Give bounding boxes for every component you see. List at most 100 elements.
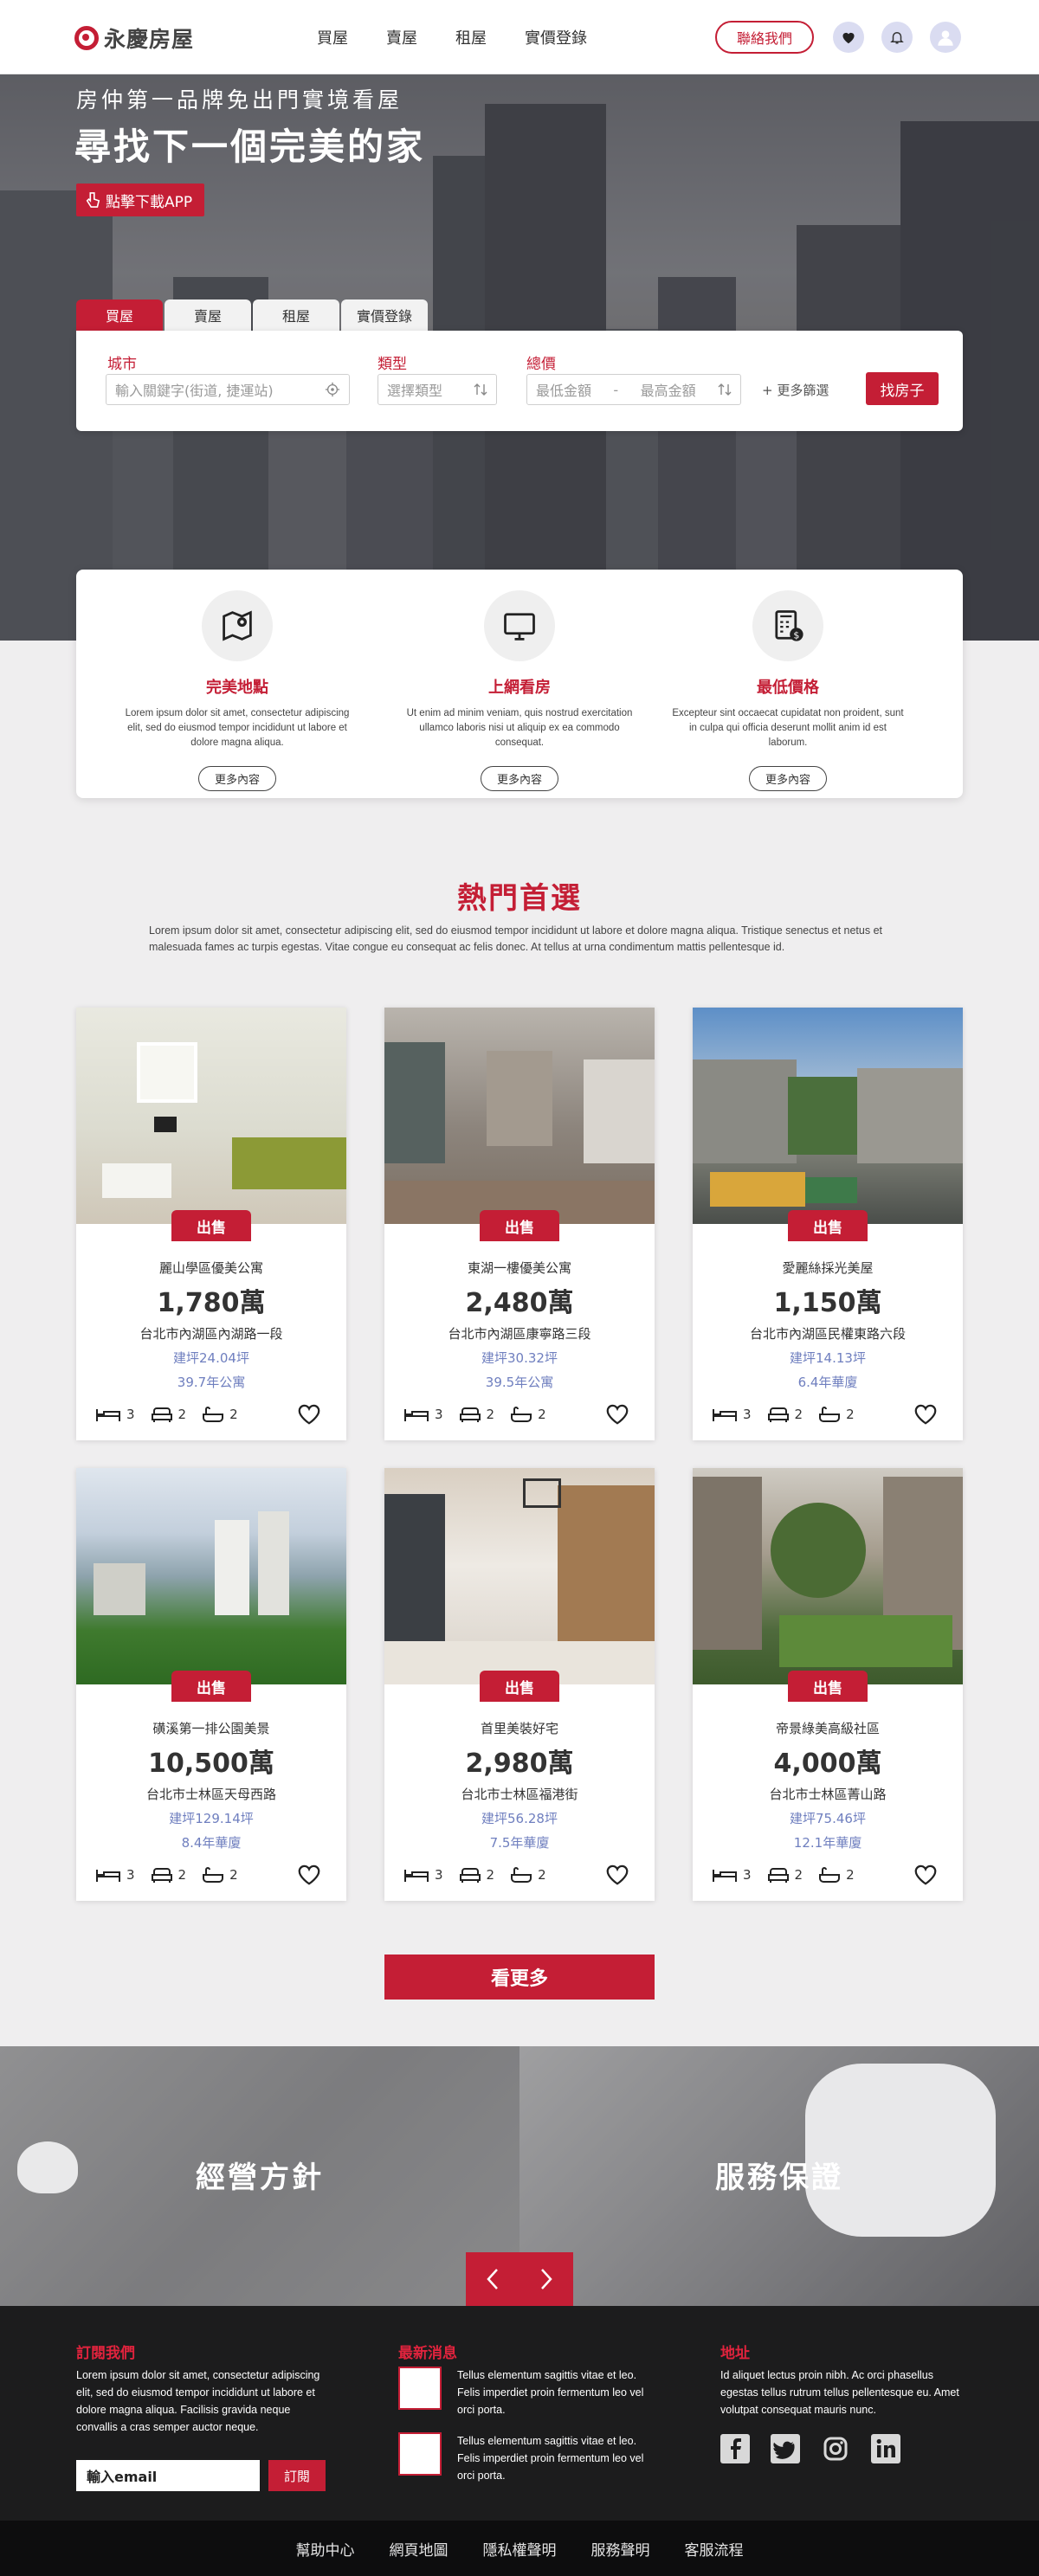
price-range-input[interactable]: 最低金額 - 最高金額: [526, 374, 741, 405]
linkedin-icon[interactable]: [871, 2434, 900, 2463]
listing-card[interactable]: 出售 麗山學區優美公寓 1,780萬 台北市內湖區內湖路一段 建坪24.04坪 …: [76, 1008, 346, 1440]
business-policy-banner[interactable]: 經營方針: [0, 2046, 520, 2306]
favorite-heart-icon[interactable]: [604, 1862, 630, 1886]
main-nav: 買屋 賣屋 租屋 實價登錄: [317, 26, 625, 48]
carousel-prev-button[interactable]: [466, 2252, 520, 2306]
listing-area: 建坪129.14坪: [169, 1811, 254, 1826]
favorite-heart-icon[interactable]: [296, 1862, 322, 1886]
chevron-right-icon: [541, 2269, 552, 2289]
nav-item-sell[interactable]: 賣屋: [386, 26, 417, 48]
listing-area: 建坪75.46坪: [790, 1811, 866, 1826]
sort-arrows-icon: [474, 383, 487, 396]
link-privacy[interactable]: 隱私權聲明: [483, 2538, 557, 2560]
link-sitemap[interactable]: 網頁地圖: [390, 2538, 449, 2560]
listing-card[interactable]: 出售 東湖一樓優美公寓 2,480萬 台北市內湖區康寧路三段 建坪30.32坪 …: [384, 1008, 655, 1440]
listing-features: 3 2 2: [403, 1406, 546, 1423]
banner-title: 服務保證: [715, 2161, 843, 2195]
listing-features: 3 2 2: [95, 1866, 238, 1884]
bed-icon: [713, 1409, 737, 1421]
link-terms[interactable]: 服務聲明: [591, 2538, 650, 2560]
carousel-next-button[interactable]: [520, 2252, 573, 2306]
favorites-button[interactable]: [833, 22, 864, 53]
nav-item-buy[interactable]: 買屋: [317, 26, 348, 48]
more-filters-link[interactable]: + 更多篩選: [762, 381, 829, 399]
bed-icon: [404, 1409, 429, 1421]
favorite-heart-icon[interactable]: [913, 1401, 939, 1426]
nav-item-price-registry[interactable]: 實價登錄: [525, 26, 587, 48]
banner-title: 經營方針: [196, 2161, 324, 2195]
facebook-icon[interactable]: [720, 2434, 750, 2463]
listing-name: 首里美裝好宅: [480, 1721, 558, 1736]
tab-buy[interactable]: 買屋: [76, 299, 163, 331]
news-item[interactable]: Tellus elementum sagittis vitae et leo. …: [457, 2367, 648, 2418]
search-tabs: 買屋 賣屋 租屋 實價登錄: [76, 299, 429, 331]
favorite-heart-icon[interactable]: [296, 1401, 322, 1426]
listing-card[interactable]: 出售 磺溪第一排公園美景 10,500萬 台北市士林區天母西路 建坪129.14…: [76, 1468, 346, 1901]
service-guarantee-banner[interactable]: 服務保證: [520, 2046, 1039, 2306]
feature-more-button[interactable]: 更多內容: [748, 766, 827, 791]
favorite-heart-icon[interactable]: [604, 1401, 630, 1426]
city-search-input[interactable]: 輸入關鍵字(街道, 捷運站): [106, 374, 350, 405]
subscribe-title: 訂閱我們: [76, 2345, 135, 2362]
listing-name: 磺溪第一排公園美景: [152, 1721, 270, 1736]
download-app-button[interactable]: 點擊下載APP: [76, 184, 205, 216]
logo[interactable]: 永慶房屋: [74, 23, 194, 54]
monitor-icon: [504, 613, 535, 641]
avatar[interactable]: [930, 22, 961, 53]
feature-more-button[interactable]: 更多內容: [197, 766, 276, 791]
bed-icon: [96, 1870, 120, 1882]
feature-more-button[interactable]: 更多內容: [480, 766, 558, 791]
listing-name: 東湖一樓優美公寓: [467, 1260, 571, 1276]
sale-badge: 出售: [788, 1671, 868, 1702]
listing-photo: [693, 1468, 963, 1684]
tab-rent[interactable]: 租屋: [253, 299, 339, 331]
sofa-icon: [767, 1868, 789, 1883]
news-item[interactable]: Tellus elementum sagittis vitae et leo. …: [457, 2432, 648, 2484]
listing-age: 8.4年華廈: [181, 1835, 242, 1851]
feature-online-viewing: 上網看房 Ut enim ad minim veniam, quis nostr…: [390, 590, 649, 791]
bell-icon: [890, 32, 904, 44]
popular-section-desc: Lorem ipsum dolor sit amet, consectetur …: [149, 924, 882, 953]
bathtub-icon: [819, 1867, 841, 1883]
bathtub-icon: [511, 1867, 532, 1883]
listing-price: 1,150萬: [773, 1288, 882, 1318]
link-service-process[interactable]: 客服流程: [685, 2538, 744, 2560]
listing-area: 建坪24.04坪: [173, 1350, 249, 1366]
twitter-icon[interactable]: [771, 2434, 800, 2463]
address-text: Id aliquet lectus proin nibh. Ac orci ph…: [720, 2369, 959, 2416]
listing-name: 愛麗絲採光美屋: [782, 1260, 874, 1276]
favorite-heart-icon[interactable]: [913, 1862, 939, 1886]
listing-card[interactable]: 出售 愛麗絲採光美屋 1,150萬 台北市內湖區民權東路六段 建坪14.13坪 …: [693, 1008, 963, 1440]
sort-arrows-icon: [718, 383, 732, 396]
contact-us-button[interactable]: 聯絡我們: [715, 21, 814, 54]
listing-address: 台北市內湖區康寧路三段: [448, 1326, 591, 1342]
news-thumbnail[interactable]: [398, 2432, 442, 2476]
tab-sell[interactable]: 賣屋: [165, 299, 251, 331]
see-more-button[interactable]: 看更多: [384, 1955, 655, 2000]
listing-price: 2,980萬: [465, 1748, 574, 1779]
listing-photo: [693, 1008, 963, 1224]
subscribe-button[interactable]: 訂閱: [268, 2460, 326, 2491]
chevron-left-icon: [487, 2269, 498, 2289]
listing-price: 1,780萬: [157, 1288, 266, 1318]
listing-card[interactable]: 出售 首里美裝好宅 2,980萬 台北市士林區福港街 建坪56.28坪 7.5年…: [384, 1468, 655, 1901]
tab-price-registry[interactable]: 實價登錄: [341, 299, 428, 331]
instagram-icon[interactable]: [821, 2434, 850, 2463]
sofa-icon: [767, 1407, 789, 1422]
sale-badge: 出售: [171, 1671, 251, 1702]
link-help-center[interactable]: 幫助中心: [296, 2538, 355, 2560]
find-home-button[interactable]: 找房子: [866, 372, 939, 405]
nav-item-rent[interactable]: 租屋: [455, 26, 487, 48]
heart-icon: [842, 32, 855, 44]
notifications-button[interactable]: [881, 22, 913, 53]
email-input[interactable]: 輸入email: [76, 2460, 260, 2491]
listing-features: 3 2 2: [403, 1866, 546, 1884]
top-navigation-bar: 永慶房屋 買屋 賣屋 租屋 實價登錄 聯絡我們: [0, 0, 1039, 74]
news-thumbnail[interactable]: [398, 2367, 442, 2410]
type-select[interactable]: 選擇類型: [378, 374, 497, 405]
listing-card[interactable]: 出售 帝景綠美高級社區 4,000萬 台北市士林區菁山路 建坪75.46坪 12…: [693, 1468, 963, 1901]
sofa-icon: [151, 1868, 172, 1883]
hero-title: 尋找下一個完美的家: [74, 126, 426, 168]
listing-age: 6.4年華廈: [797, 1375, 858, 1390]
features-panel: 完美地點 Lorem ipsum dolor sit amet, consect…: [76, 570, 963, 798]
